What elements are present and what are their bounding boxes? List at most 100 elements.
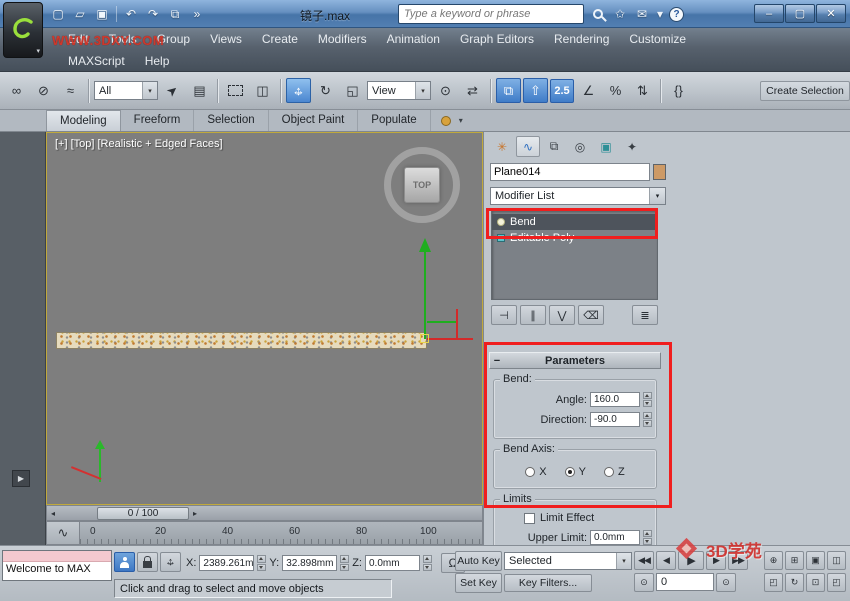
time-configuration-button[interactable]: ⊙ [716,573,736,592]
axis-z-radio[interactable] [604,467,614,477]
tab-object-paint[interactable]: Object Paint [269,110,359,131]
x-coordinate-field[interactable]: 2389.261mm [199,555,254,571]
time-slider-thumb[interactable]: 0 / 100 [97,507,189,520]
save-file-icon[interactable]: ▣ [92,4,112,24]
gizmo-x-axis[interactable] [427,338,473,340]
viewport-label[interactable]: [+] [Top] [Realistic + Edged Faces] [55,138,223,150]
upper-limit-spinner[interactable] [643,530,652,545]
object-name-field[interactable] [490,163,650,181]
time-slider[interactable]: ◂ 0 / 100 ▸ [46,505,483,521]
key-filters-button[interactable]: Key Filters... [504,574,592,592]
tab-display-icon[interactable]: ▣ [594,136,618,157]
ribbon-config-icon[interactable] [441,116,451,126]
mirror-icon[interactable]: ⇄ [460,78,485,103]
selection-lock-button[interactable] [137,552,158,572]
orbit-button[interactable]: ↻ [785,573,804,592]
menu-item-modifiers[interactable]: Modifiers [308,28,377,50]
tab-modify-icon[interactable]: ∿ [516,136,540,157]
gizmo-plane-handle-green[interactable] [427,321,457,323]
key-mode-dropdown[interactable]: Selected ▾ [504,552,632,570]
toolbar-overflow-icon[interactable]: » [187,4,207,24]
menu-item-rendering[interactable]: Rendering [544,28,619,50]
tab-modeling[interactable]: Modeling [46,110,121,131]
gizmo-plane-handle-red[interactable] [456,309,458,340]
play-button[interactable]: ▶ [678,551,704,570]
reference-coordinate-system-dropdown[interactable]: View ▾ [367,81,431,100]
menu-item-customize[interactable]: Customize [619,28,696,50]
menu-item-graph-editors[interactable]: Graph Editors [450,28,544,50]
current-frame-field[interactable]: 0 [656,573,714,591]
application-menu-button[interactable]: ▾ [3,2,43,58]
communication-center-icon[interactable]: ✉ [633,5,651,23]
tab-utilities-icon[interactable]: ✦ [620,136,644,157]
axis-y-radio[interactable] [565,467,575,477]
select-and-link-icon[interactable]: ∞ [4,78,29,103]
configure-modifier-sets-icon[interactable]: ≣ [632,305,658,325]
set-key-button[interactable]: Set Key [455,573,502,593]
absolute-mode-button[interactable]: ↔ ↕ [160,552,181,572]
tab-hierarchy-icon[interactable]: ⧉ [542,136,566,157]
track-bar[interactable]: 0 20 40 60 80 100 [80,521,483,545]
use-center-icon[interactable]: ⊙ [433,78,458,103]
unlink-selection-icon[interactable]: ⊘ [31,78,56,103]
select-and-move-button[interactable]: ↔ ↕ [286,78,311,103]
make-unique-icon[interactable]: ⋁ [549,305,575,325]
remove-modifier-icon[interactable]: ⌫ [578,305,604,325]
go-to-start-button[interactable]: ◀◀ [634,551,654,570]
undo-icon[interactable]: ↶ [121,4,141,24]
project-folder-icon[interactable]: ⧉ [165,4,185,24]
infocenter-caret-icon[interactable]: ▾ [655,5,665,23]
angle-spinner[interactable] [643,392,652,407]
search-icon[interactable] [589,5,607,23]
select-and-scale-icon[interactable]: ◱ [340,78,365,103]
zoom-button[interactable]: ⊕ [764,551,783,570]
viewcube[interactable]: TOP [384,147,460,223]
new-file-icon[interactable]: ▢ [48,4,68,24]
menu-item-maxscript[interactable]: MAXScript [58,50,135,72]
minimize-button[interactable]: – [754,4,784,23]
direction-field[interactable]: -90.0 [590,412,640,427]
x-spinner[interactable] [257,555,266,571]
isolate-selection-button[interactable] [114,552,135,572]
window-crossing-icon[interactable]: ◫ [250,78,275,103]
tab-create-icon[interactable]: ✳ [490,136,514,157]
auto-key-button[interactable]: Auto Key [455,551,502,571]
axis-x-option[interactable]: X [525,466,546,478]
tab-motion-icon[interactable]: ◎ [568,136,592,157]
favorites-icon[interactable]: ✩ [611,5,629,23]
top-viewport[interactable]: [+] [Top] [Realistic + Edged Faces] TOP [46,132,483,505]
previous-frame-button[interactable]: ◀ [656,551,676,570]
rectangular-selection-region-icon[interactable] [223,78,248,103]
y-coordinate-field[interactable]: 32.898mm [282,555,337,571]
upper-limit-field[interactable]: 0.0mm [590,530,640,545]
stack-item-editable-poly[interactable]: Editable Poly [492,230,657,246]
create-selection-set-button[interactable]: Create Selection [760,81,850,101]
plane-object[interactable] [56,332,427,349]
selection-filter-dropdown[interactable]: All ▾ [94,81,158,100]
angle-field[interactable]: 160.0 [590,392,640,407]
key-mode-toggle-button[interactable]: ⊙ [634,573,654,592]
z-spinner[interactable] [423,555,432,571]
axis-x-radio[interactable] [525,467,535,477]
named-selection-sets-icon[interactable]: {} [666,78,691,103]
maxscript-mini-listener[interactable]: Welcome to MAX [2,550,112,581]
macro-recorder-pane[interactable] [3,551,111,562]
snaps-toggle-button[interactable]: 2.5 [550,79,574,103]
direction-spinner[interactable] [643,412,652,427]
toggle-ribbon-icon[interactable]: ⇧ [523,78,548,103]
select-object-icon[interactable]: ➤ [160,78,185,103]
menu-item-help[interactable]: Help [135,50,180,72]
time-slider-left-arrow[interactable]: ◂ [47,506,59,520]
limit-effect-checkbox[interactable] [524,513,535,524]
z-coordinate-field[interactable]: 0.0mm [365,555,420,571]
search-input[interactable] [399,5,583,23]
help-icon[interactable]: ? [669,7,684,22]
stack-item-bend[interactable]: Bend [492,214,657,230]
menu-item-create[interactable]: Create [252,28,308,50]
listener-pane[interactable]: Welcome to MAX [3,562,111,580]
select-and-rotate-icon[interactable]: ↻ [313,78,338,103]
maximize-button[interactable]: ▢ [785,4,815,23]
axis-z-option[interactable]: Z [604,466,625,478]
close-button[interactable]: ✕ [816,4,846,23]
expand-pane-arrow-icon[interactable]: ▶ [12,470,30,487]
